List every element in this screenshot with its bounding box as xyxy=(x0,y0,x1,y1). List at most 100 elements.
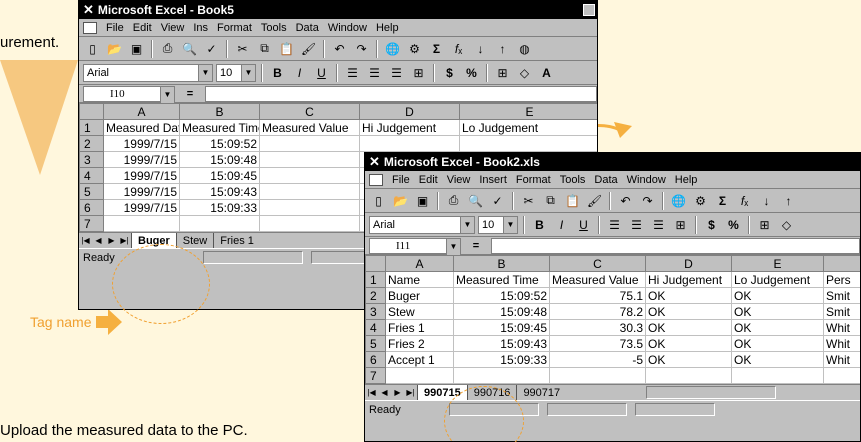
borders-icon[interactable]: ⊞ xyxy=(755,216,774,234)
spelling-icon[interactable]: ✓ xyxy=(202,40,221,58)
row-header[interactable]: 1 xyxy=(79,119,104,136)
chevron-down-icon[interactable]: ▼ xyxy=(446,238,460,255)
paste-icon[interactable]: 📋 xyxy=(563,192,582,210)
row-header[interactable]: 3 xyxy=(365,303,386,320)
grid-cell[interactable]: Measured Time xyxy=(179,119,260,136)
menu-view[interactable]: View xyxy=(161,22,185,34)
grid-cell[interactable] xyxy=(385,367,454,384)
row-header[interactable]: 3 xyxy=(79,151,104,168)
new-icon[interactable]: ▯ xyxy=(369,192,388,210)
grid-cell[interactable] xyxy=(259,151,360,168)
grid-cell[interactable]: Hi Judgement xyxy=(645,271,732,288)
autosum-icon[interactable]: Σ xyxy=(713,192,732,210)
grid-cell[interactable]: Accept 1 xyxy=(385,351,454,368)
menu-edit[interactable]: Edit xyxy=(133,22,152,34)
bold-icon[interactable]: B xyxy=(268,64,287,82)
undo-icon[interactable]: ↶ xyxy=(616,192,635,210)
grid-cell[interactable]: 15:09:48 xyxy=(179,151,260,168)
merge-center-icon[interactable]: ⊞ xyxy=(409,64,428,82)
row-header[interactable]: 1 xyxy=(365,271,386,288)
grid-cell[interactable] xyxy=(459,135,597,152)
last-sheet-icon[interactable]: ▶| xyxy=(404,386,417,399)
row-header[interactable]: 5 xyxy=(365,335,386,352)
redo-icon[interactable]: ↷ xyxy=(638,192,657,210)
percent-icon[interactable]: % xyxy=(462,64,481,82)
font-name-select[interactable]: Arial ▼ xyxy=(369,215,475,234)
row-header[interactable]: 7 xyxy=(79,215,104,232)
grid-cell[interactable] xyxy=(645,367,732,384)
grid-cell[interactable] xyxy=(259,183,360,200)
last-sheet-icon[interactable]: ▶| xyxy=(118,234,131,247)
name-box[interactable]: I10 ▼ xyxy=(83,85,175,103)
copy-icon[interactable]: ⧉ xyxy=(541,192,560,210)
document-icon[interactable] xyxy=(369,173,383,186)
fill-color-icon[interactable]: ◇ xyxy=(777,216,796,234)
grid-cell[interactable] xyxy=(259,135,360,152)
column-header-e[interactable]: E xyxy=(459,103,597,120)
grid-cell[interactable] xyxy=(259,199,360,216)
fill-color-icon[interactable]: ◇ xyxy=(515,64,534,82)
hyperlink-icon[interactable]: 🌐 xyxy=(669,192,688,210)
row-header[interactable]: 4 xyxy=(79,167,104,184)
menu-view[interactable]: View xyxy=(447,174,471,186)
grid-cell[interactable]: Buger xyxy=(385,287,454,304)
chevron-down-icon[interactable]: ▼ xyxy=(460,216,474,233)
grid-cell[interactable]: Smit xyxy=(823,303,860,320)
align-right-icon[interactable]: ☰ xyxy=(387,64,406,82)
sheet-tab-990715[interactable]: 990715 xyxy=(417,385,467,400)
grid-cell[interactable] xyxy=(823,367,860,384)
autosum-icon[interactable]: Σ xyxy=(427,40,446,58)
row-header[interactable]: 7 xyxy=(365,367,386,384)
underline-icon[interactable]: U xyxy=(312,64,331,82)
grid-cell[interactable]: OK xyxy=(731,319,824,336)
open-icon[interactable]: 📂 xyxy=(105,40,124,58)
sheet-tab-fries-1[interactable]: Fries 1 xyxy=(213,233,260,248)
align-right-icon[interactable]: ☰ xyxy=(649,216,668,234)
grid-cell[interactable]: 78.2 xyxy=(549,303,646,320)
grid-cell[interactable]: OK xyxy=(645,351,732,368)
font-size-select[interactable]: 10 ▼ xyxy=(216,63,256,82)
formula-input[interactable] xyxy=(491,237,860,254)
column-header-e[interactable]: E xyxy=(731,255,824,272)
chevron-down-icon[interactable]: ▼ xyxy=(198,64,212,81)
borders-icon[interactable]: ⊞ xyxy=(493,64,512,82)
cut-icon[interactable]: ✂ xyxy=(519,192,538,210)
paste-icon[interactable]: 📋 xyxy=(277,40,296,58)
prev-sheet-icon[interactable]: ◀ xyxy=(378,386,391,399)
italic-icon[interactable]: I xyxy=(290,64,309,82)
column-header-d[interactable]: D xyxy=(359,103,460,120)
menu-format[interactable]: Format xyxy=(516,174,551,186)
sort-descending-icon[interactable]: ↑ xyxy=(493,40,512,58)
sheet-tab-buger[interactable]: Buger xyxy=(131,233,176,248)
align-center-icon[interactable]: ☰ xyxy=(627,216,646,234)
grid-cell[interactable]: Lo Judgement xyxy=(731,271,824,288)
row-header[interactable]: 4 xyxy=(365,319,386,336)
grid-cell[interactable]: 15:09:48 xyxy=(453,303,550,320)
italic-icon[interactable]: I xyxy=(552,216,571,234)
column-header-c[interactable]: C xyxy=(549,255,646,272)
grid-cell[interactable] xyxy=(179,215,260,232)
function-icon[interactable]: fₓ xyxy=(735,192,754,210)
formula-input[interactable] xyxy=(205,85,597,102)
grid-cell[interactable]: 1999/7/15 xyxy=(103,135,180,152)
grid-cell[interactable]: 30.3 xyxy=(549,319,646,336)
grid-cell[interactable]: 15:09:43 xyxy=(453,335,550,352)
print-icon[interactable]: ⎙ xyxy=(158,40,177,58)
menu-help[interactable]: Help xyxy=(376,22,399,34)
grid-cell[interactable] xyxy=(453,367,550,384)
menu-file[interactable]: File xyxy=(106,22,124,34)
redo-icon[interactable]: ↷ xyxy=(352,40,371,58)
grid-cell[interactable]: 1999/7/15 xyxy=(103,167,180,184)
first-sheet-icon[interactable]: |◀ xyxy=(79,234,92,247)
menu-format[interactable]: Format xyxy=(217,22,252,34)
grid-cell[interactable]: Fries 2 xyxy=(385,335,454,352)
menu-insert[interactable]: Ins xyxy=(193,22,208,34)
grid-cell[interactable]: OK xyxy=(645,319,732,336)
column-header-d[interactable]: D xyxy=(645,255,732,272)
web-icon[interactable]: ⚙ xyxy=(691,192,710,210)
grid-cell[interactable]: -5 xyxy=(549,351,646,368)
spelling-icon[interactable]: ✓ xyxy=(488,192,507,210)
grid-cell[interactable]: Stew xyxy=(385,303,454,320)
grid-cell[interactable]: Measured Value xyxy=(549,271,646,288)
select-all-corner[interactable] xyxy=(365,255,386,272)
